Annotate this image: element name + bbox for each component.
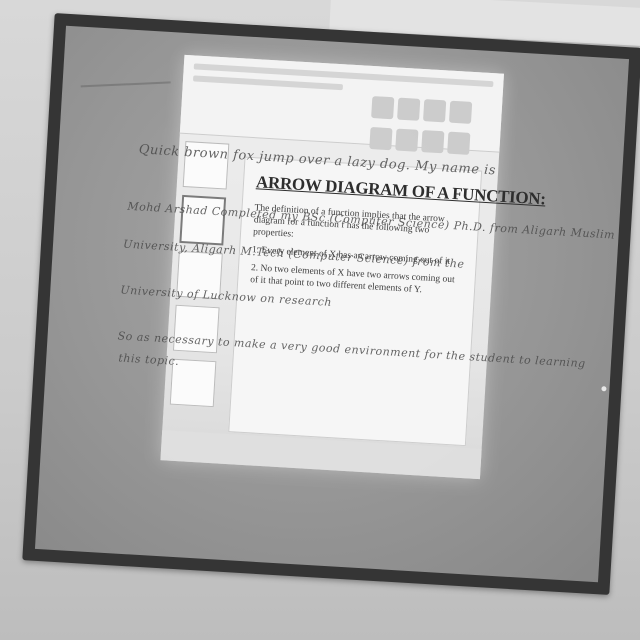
marker-stroke [80, 81, 171, 88]
whiteboard: ARROW DIAGRAM OF A FUNCTION: The definit… [34, 25, 630, 583]
whiteboard-frame: ARROW DIAGRAM OF A FUNCTION: The definit… [22, 13, 640, 595]
slide-title: ARROW DIAGRAM OF A FUNCTION: [255, 172, 547, 209]
ribbon-buttons [368, 94, 490, 155]
board-reflection-dot [601, 386, 607, 392]
photo-scene: ARROW DIAGRAM OF A FUNCTION: The definit… [0, 0, 640, 640]
board-writing-line-6: this topic. [118, 351, 180, 369]
ribbon-toolbar [179, 54, 504, 155]
slide-thumbnails [169, 141, 230, 423]
